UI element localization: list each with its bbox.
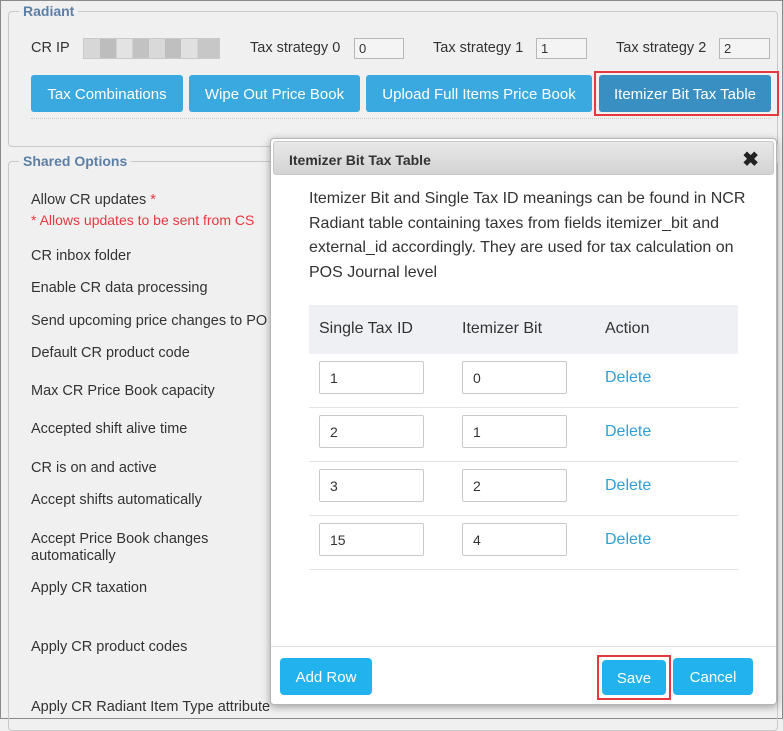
accepted-shift-alive-time-label: Accepted shift alive time	[31, 421, 188, 437]
table-row: Delete	[309, 462, 738, 516]
enable-cr-data-processing-label: Enable CR data processing	[31, 280, 208, 296]
shared-options-legend: Shared Options	[19, 153, 132, 169]
accept-price-book-changes-label: Accept Price Book changes	[31, 531, 209, 547]
delete-link[interactable]: Delete	[605, 369, 651, 387]
required-mark: *	[150, 192, 156, 208]
wipe-out-price-book-button[interactable]: Wipe Out Price Book	[189, 75, 360, 112]
tax-strategy-1-label: Tax strategy 1	[433, 40, 524, 56]
apply-cr-radiant-item-type-label: Apply CR Radiant Item Type attribute	[31, 699, 271, 715]
itemizer-bit-tax-table-button[interactable]: Itemizer Bit Tax Table	[599, 75, 771, 112]
allow-cr-updates-text: Allow CR updates	[31, 192, 147, 208]
single-tax-id-input[interactable]	[319, 469, 424, 502]
allow-updates-note: * Allows updates to be sent from CS	[31, 212, 255, 228]
delete-link[interactable]: Delete	[605, 423, 651, 441]
itemizer-bit-input[interactable]	[462, 469, 567, 502]
single-tax-id-input[interactable]	[319, 361, 424, 394]
single-tax-id-input[interactable]	[319, 523, 424, 556]
allow-cr-updates-label: Allow CR updates *	[31, 192, 156, 208]
header-itemizer-bit: Itemizer Bit	[462, 320, 543, 337]
cr-ip-label: CR IP	[31, 40, 70, 56]
cancel-button[interactable]: Cancel	[673, 658, 753, 695]
modal-header: Itemizer Bit Tax Table ✖	[273, 141, 774, 175]
itemizer-bit-input[interactable]	[462, 415, 567, 448]
itemizer-bit-input[interactable]	[462, 523, 567, 556]
save-button[interactable]: Save	[602, 660, 666, 695]
cr-ip-input[interactable]	[83, 38, 220, 59]
table-row: Delete	[309, 354, 738, 408]
radiant-legend: Radiant	[19, 3, 79, 19]
apply-cr-product-codes-label: Apply CR product codes	[31, 639, 188, 655]
itemizer-bit-input[interactable]	[462, 361, 567, 394]
table-row: Delete	[309, 408, 738, 462]
tax-combinations-button[interactable]: Tax Combinations	[31, 75, 183, 112]
tax-strategy-1-input[interactable]: 1	[536, 38, 587, 59]
default-cr-product-code-label: Default CR product code	[31, 345, 190, 361]
header-single-tax-id: Single Tax ID	[319, 320, 413, 337]
modal-footer: Add Row Save Cancel	[271, 646, 776, 704]
delete-link[interactable]: Delete	[605, 477, 651, 495]
modal-description: Itemizer Bit and Single Tax ID meanings …	[309, 190, 746, 281]
tax-strategy-0-label: Tax strategy 0	[250, 40, 341, 56]
accept-price-book-changes-label-line2: automatically	[31, 548, 116, 564]
header-action: Action	[605, 320, 650, 337]
cr-is-on-label: CR is on and active	[31, 460, 157, 476]
close-icon[interactable]: ✖	[742, 147, 759, 172]
max-cr-price-book-capacity-label: Max CR Price Book capacity	[31, 383, 215, 399]
radiant-divider	[31, 118, 771, 119]
tax-strategy-2-input[interactable]: 2	[719, 38, 770, 59]
single-tax-id-input[interactable]	[319, 415, 424, 448]
modal-title: Itemizer Bit Tax Table	[289, 152, 431, 168]
add-row-button[interactable]: Add Row	[280, 658, 372, 695]
tax-strategy-2-label: Tax strategy 2	[616, 40, 707, 56]
delete-link[interactable]: Delete	[605, 531, 651, 549]
itemizer-bit-tax-table-modal: Itemizer Bit Tax Table ✖ Itemizer Bit an…	[270, 138, 777, 705]
accept-shifts-label: Accept shifts automatically	[31, 492, 202, 508]
cr-inbox-folder-label: CR inbox folder	[31, 248, 131, 264]
apply-cr-taxation-label: Apply CR taxation	[31, 580, 148, 596]
send-upcoming-price-changes-label: Send upcoming price changes to PO	[31, 313, 268, 329]
upload-full-items-price-book-button[interactable]: Upload Full Items Price Book	[366, 75, 592, 112]
table-header: Single Tax ID Itemizer Bit Action	[309, 305, 738, 354]
tax-strategy-0-input[interactable]: 0	[354, 38, 404, 59]
table-row: Delete	[309, 516, 738, 570]
